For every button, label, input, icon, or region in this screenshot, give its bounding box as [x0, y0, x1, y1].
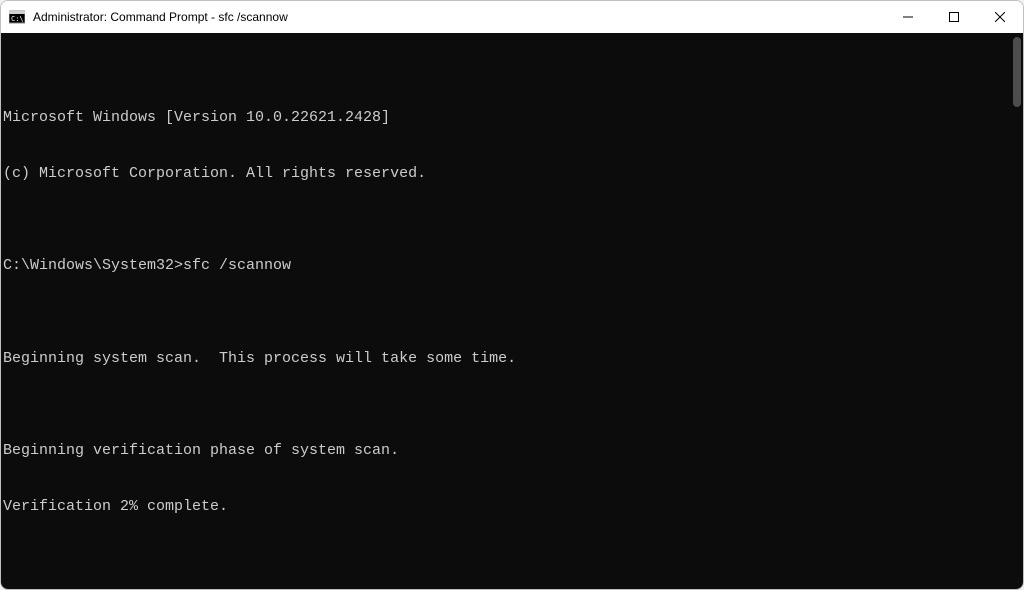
close-icon [995, 12, 1005, 22]
terminal-line: Beginning verification phase of system s… [3, 442, 1023, 461]
window-title: Administrator: Command Prompt - sfc /sca… [33, 10, 885, 24]
terminal-output: Microsoft Windows [Version 10.0.22621.24… [1, 70, 1023, 553]
terminal-line: C:\Windows\System32>sfc /scannow [3, 257, 1023, 276]
cmd-icon: C:\ [9, 9, 25, 25]
minimize-button[interactable] [885, 1, 931, 33]
terminal-line: Verification 2% complete. [3, 498, 1023, 517]
terminal-line: Beginning system scan. This process will… [3, 350, 1023, 369]
terminal-area[interactable]: Microsoft Windows [Version 10.0.22621.24… [1, 33, 1023, 589]
scrollbar-track[interactable] [1007, 33, 1023, 589]
command-prompt-window: C:\ Administrator: Command Prompt - sfc … [0, 0, 1024, 590]
maximize-button[interactable] [931, 1, 977, 33]
terminal-line: (c) Microsoft Corporation. All rights re… [3, 165, 1023, 184]
titlebar[interactable]: C:\ Administrator: Command Prompt - sfc … [1, 1, 1023, 33]
terminal-line: Microsoft Windows [Version 10.0.22621.24… [3, 109, 1023, 128]
scrollbar-thumb[interactable] [1013, 37, 1021, 107]
minimize-icon [903, 12, 913, 22]
maximize-icon [949, 12, 959, 22]
window-controls [885, 1, 1023, 33]
svg-text:C:\: C:\ [11, 15, 24, 23]
close-button[interactable] [977, 1, 1023, 33]
